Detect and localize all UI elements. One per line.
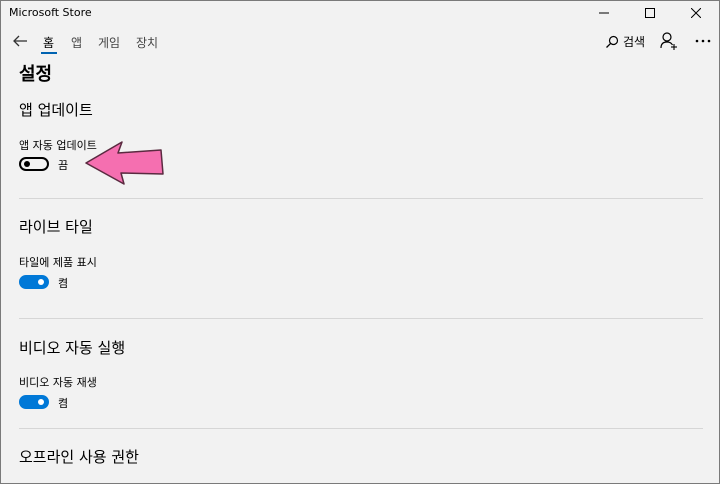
toggle-knob xyxy=(38,399,44,405)
maximize-icon xyxy=(645,8,655,18)
app-window: Microsoft Store 홈 앱 게임 장치 검색 설정 앱 업데이트 앱… xyxy=(0,0,720,484)
tab-apps[interactable]: 앱 xyxy=(71,34,82,51)
window-title: Microsoft Store xyxy=(9,6,92,19)
more-button[interactable] xyxy=(693,31,713,51)
video-autoplay-toggle[interactable] xyxy=(19,395,49,409)
section-title-app-updates: 앱 업데이트 xyxy=(19,101,93,119)
account-button[interactable] xyxy=(659,31,679,51)
more-icon xyxy=(695,39,711,43)
section-title-live-tiles: 라이브 타일 xyxy=(19,218,93,236)
section-title-offline-permissions: 오프라인 사용 권한 xyxy=(19,448,139,466)
live-tile-state: 켬 xyxy=(58,277,69,290)
toggle-knob xyxy=(24,161,30,167)
auto-update-state: 끔 xyxy=(58,159,69,172)
auto-update-toggle[interactable] xyxy=(19,157,49,171)
back-arrow-icon xyxy=(13,35,27,47)
back-button[interactable] xyxy=(11,32,29,50)
setting-label-show-products-on-tile: 타일에 제품 표시 xyxy=(19,256,97,269)
tab-active-indicator xyxy=(41,52,57,54)
search-button[interactable]: 검색 xyxy=(605,33,645,50)
divider xyxy=(19,318,703,319)
page-title: 설정 xyxy=(19,64,53,85)
divider xyxy=(19,198,703,199)
search-icon xyxy=(606,35,619,48)
title-bar[interactable]: Microsoft Store xyxy=(1,1,719,25)
minimize-button[interactable] xyxy=(581,1,627,25)
toggle-knob xyxy=(38,279,44,285)
tab-games[interactable]: 게임 xyxy=(98,34,120,51)
tab-devices[interactable]: 장치 xyxy=(136,34,158,51)
close-button[interactable] xyxy=(673,1,719,25)
close-icon xyxy=(691,8,701,18)
divider xyxy=(19,428,703,429)
nav-bar: 홈 앱 게임 장치 검색 xyxy=(1,29,719,55)
add-user-icon xyxy=(660,32,677,50)
maximize-button[interactable] xyxy=(627,1,673,25)
minimize-icon xyxy=(599,12,609,14)
video-autoplay-state: 켬 xyxy=(58,397,69,410)
setting-label-video-autoplay: 비디오 자동 재생 xyxy=(19,376,97,389)
tab-home[interactable]: 홈 xyxy=(43,34,54,51)
pointer-arrow-annotation xyxy=(85,141,164,185)
section-title-video-autoplay: 비디오 자동 실행 xyxy=(19,339,126,357)
search-label: 검색 xyxy=(623,35,646,49)
live-tile-toggle[interactable] xyxy=(19,275,49,289)
